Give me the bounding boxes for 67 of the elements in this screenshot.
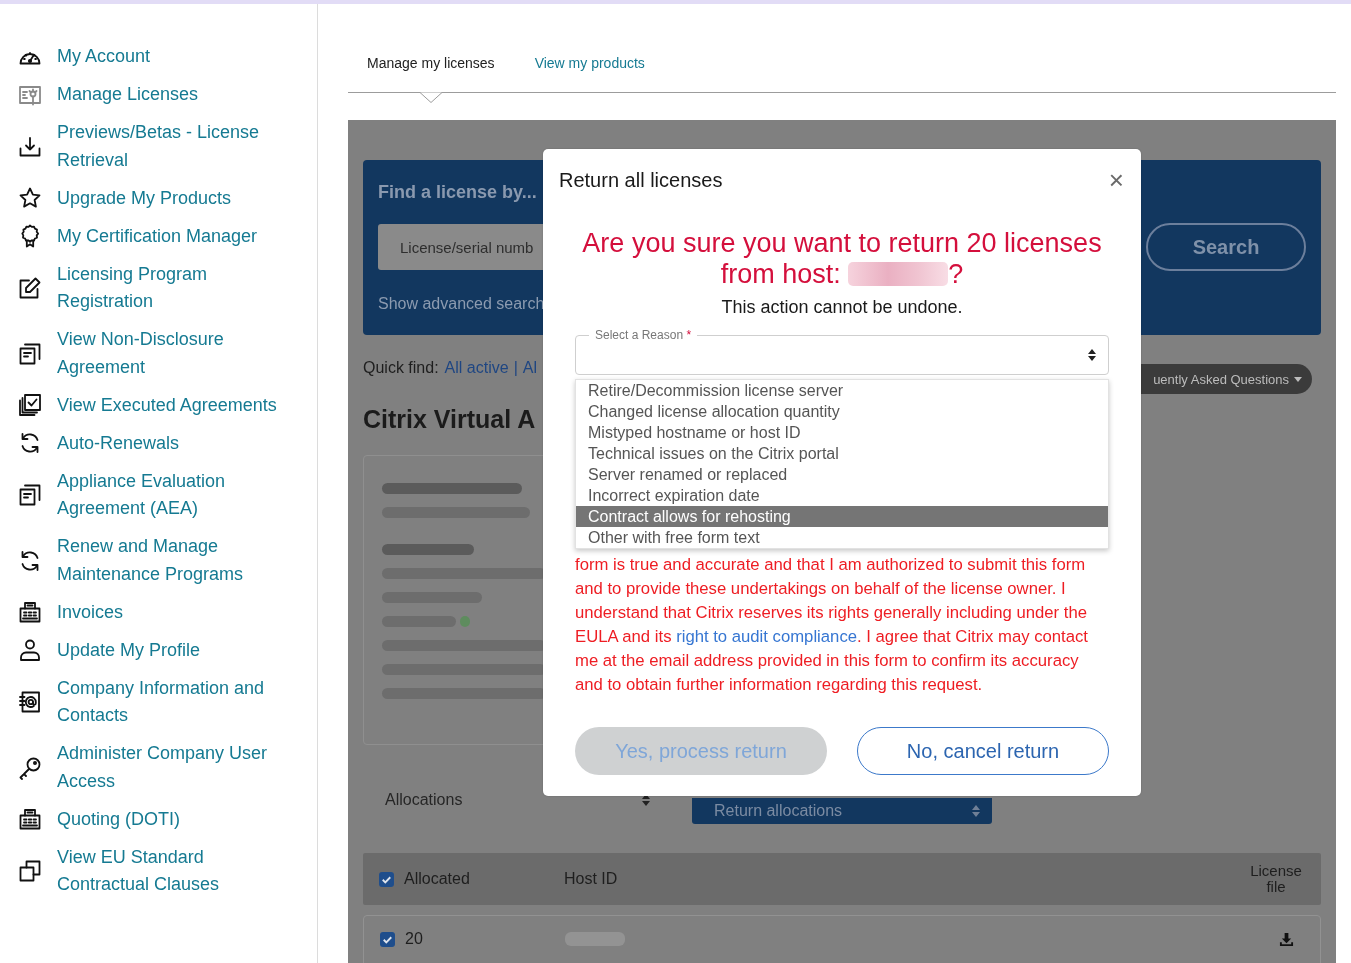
close-button[interactable]: × [1108,168,1124,192]
select-arrows-icon [642,794,650,806]
sidebar-link[interactable]: Invoices [18,598,124,626]
sidebar-link[interactable]: Licensing Program Registration [18,260,299,316]
contact-book-icon [18,690,42,714]
allocations-select[interactable]: Allocations [363,785,660,815]
link-separator: | [513,358,518,378]
register-icon [18,807,42,832]
download-icon[interactable] [1279,931,1294,947]
key-icon [18,755,42,780]
edit-icon [18,276,42,300]
consent-text: form is true and accurate and that I am authorized to submit this form and to provide these undertakings on behalf of the license owner. I understand that Citrix reserves its rights generally including under the EULA and its right to audit compliance. I agree that Citrix may contact me at the email address provided in this form to confirm its accuracy and to obtain further information regarding this request. [575,554,1089,696]
caret-icon [1294,376,1302,382]
sidebar-link[interactable]: Manage Licenses [18,81,199,109]
confirmation-question: Are you sure you want to return 20 licenses from host: ? [581,228,1103,290]
dropdown-option[interactable]: Changed license allocation quantity [576,401,1108,422]
dropdown-option[interactable]: Incorrect expiration date [576,485,1108,506]
audit-compliance-link[interactable]: right to audit compliance [676,627,857,646]
document-icon [18,341,42,366]
person-icon [18,638,42,663]
faq-button[interactable]: uently Asked Questions [1141,364,1312,394]
warning-text: This action cannot be undone. [721,296,963,319]
cancel-button[interactable]: No, cancel return [857,727,1109,775]
return-select[interactable]: Return allocations [692,798,992,824]
sidebar-link[interactable]: Renew and Manage Maintenance Programs [18,533,299,588]
select-arrows-icon [972,805,980,817]
sidebar-link[interactable]: Update My Profile [18,636,201,664]
sidebar-link[interactable]: Administer Company User Access [18,740,299,795]
sidebar-link[interactable]: Quoting (DOTI) [18,805,181,833]
dropdown-option[interactable]: Mistyped hostname or host ID [576,422,1108,443]
column-header: License file [1249,863,1303,895]
sidebar-link[interactable]: View EU Standard Contractual Clauses [18,843,299,899]
sidebar-link[interactable]: View Executed Agreements [18,391,277,419]
table-cell: 20 [405,930,423,947]
sidebar-link[interactable]: My Certification Manager [18,222,258,250]
advanced-search-link[interactable]: Show advanced search [378,293,545,315]
sidebar-link[interactable]: Appliance Evaluation Agreement (AEA) [18,467,299,523]
blurred-text [460,615,470,627]
quick-find-label: Quick find: [363,358,439,378]
sidebar-link[interactable]: Auto-Renewals [18,429,180,457]
column-header: Allocated [404,870,470,887]
search-button[interactable]: Search [1146,223,1306,271]
panel-title: Find a license by... [378,181,537,204]
sidebar-link[interactable]: View Non-Disclosure Agreement [18,326,299,381]
tab[interactable]: Manage my licenses [367,53,495,73]
register-icon [18,600,42,625]
rosette-icon [18,224,42,249]
dropdown-option[interactable]: Other with free form text [576,527,1108,548]
dropdown-option[interactable]: Retire/Decommission license server [576,380,1108,401]
dropdown-option[interactable]: Technical issues on the Citrix portal [576,443,1108,464]
download-icon [18,134,42,159]
tab[interactable]: View my products [534,53,645,73]
column-header: Host ID [564,870,618,887]
dropdown-option[interactable]: Server renamed or replaced [576,464,1108,485]
document-icon [18,483,42,507]
checked-document-icon [18,393,42,418]
select-arrows-icon [1088,349,1096,361]
sidebar-link[interactable]: Company Information and Contacts [18,674,299,730]
sidebar-link[interactable]: Previews/Betas - License Retrieval [18,119,299,174]
modal-title: Return all licenses [559,168,723,192]
sidebar-link[interactable]: My Account [18,43,151,71]
copy-icon [18,859,42,883]
checkbox[interactable] [379,871,394,887]
checkbox[interactable] [380,931,395,947]
dropdown-option[interactable]: Contract allows for rehosting [576,506,1108,527]
sidebar-link[interactable]: Upgrade My Products [18,184,232,212]
product-title: Citrix Virtual A [363,404,536,435]
